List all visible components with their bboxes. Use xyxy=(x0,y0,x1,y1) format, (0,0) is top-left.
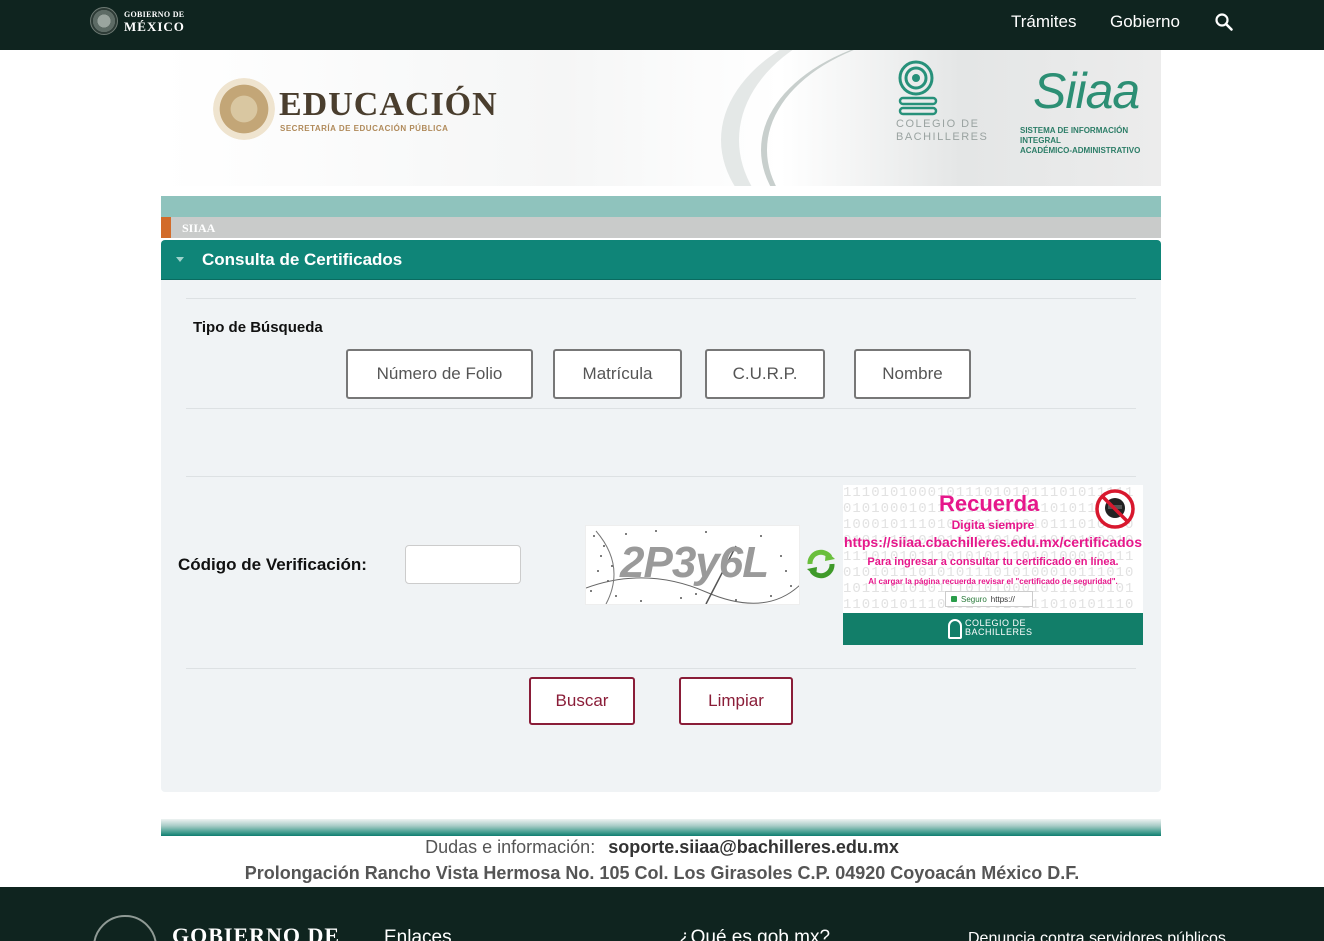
secure-badge: Seguro https:// xyxy=(945,591,1033,607)
lock-icon xyxy=(951,596,957,602)
caret-down-icon xyxy=(176,257,184,262)
footer-denuncia[interactable]: Denuncia contra servidores públicos xyxy=(968,930,1226,941)
recuerda-line3: Al cargar la página recuerda revisar el … xyxy=(868,577,1118,586)
header-banner: EDUCACIÓN SECRETARÍA DE EDUCACIÓN PÚBLIC… xyxy=(161,50,1161,186)
support-email-link[interactable]: soporte.siiaa@bachilleres.edu.mx xyxy=(608,837,899,857)
sep-seal-icon xyxy=(213,78,275,140)
contact-info: Dudas e información: soporte.siiaa@bachi… xyxy=(0,837,1324,858)
recuerda-title: Recuerda xyxy=(939,491,1040,516)
codigo-verificacion-input[interactable] xyxy=(405,545,521,584)
sep-title: EDUCACIÓN xyxy=(279,86,498,123)
recuerda-footer: COLEGIO DE BACHILLERES xyxy=(843,613,1143,645)
option-matricula-button[interactable]: Matrícula xyxy=(553,349,682,399)
sep-subtitle: SECRETARÍA DE EDUCACIÓN PÚBLICA xyxy=(280,124,449,133)
captcha-image: 2P3y6L xyxy=(585,525,800,605)
option-nombre-button[interactable]: Nombre xyxy=(854,349,971,399)
bachilleres-icon xyxy=(948,619,962,639)
panel-title: Consulta de Certificados xyxy=(202,250,403,269)
tipo-busqueda-label: Tipo de Búsqueda xyxy=(193,319,323,336)
national-seal-icon xyxy=(90,7,118,35)
siiaa-subtitle: SISTEMA DE INFORMACIÓN INTEGRAL ACADÉMIC… xyxy=(1020,126,1141,155)
address-text: Prolongación Rancho Vista Hermosa No. 10… xyxy=(244,863,1080,883)
refresh-captcha-icon[interactable] xyxy=(804,547,838,581)
footer-que-es-gobmx[interactable]: ¿Qué es gob.mx? xyxy=(679,927,830,941)
footer-divider xyxy=(161,819,1161,836)
recuerda-line1: Digita siempre xyxy=(951,518,1035,532)
option-curp-button[interactable]: C.U.R.P. xyxy=(705,349,825,399)
colegio-bachilleres-text: COLEGIO DE BACHILLERES xyxy=(896,118,989,143)
gobierno-mexico-logo[interactable]: GOBIERNO DE MÉXICO xyxy=(90,6,185,36)
breadcrumb: SIIAA xyxy=(161,217,1161,238)
consulta-panel: Consulta de Certificados Tipo de Búsqued… xyxy=(161,240,1161,792)
recuerda-line2: Para ingresar a consultar tu certificado… xyxy=(867,556,1119,568)
logo-line2: MÉXICO xyxy=(124,19,185,34)
nav-tramites[interactable]: Trámites xyxy=(1011,12,1077,32)
bottom-footer: GOBIERNO DE Enlaces ¿Qué es gob.mx? Denu… xyxy=(0,887,1324,941)
buscar-button[interactable]: Buscar xyxy=(529,677,635,725)
national-seal-icon xyxy=(93,915,157,941)
top-navbar: GOBIERNO DE MÉXICO Trámites Gobierno xyxy=(0,0,1324,50)
codigo-verificacion-label: Código de Verificación: xyxy=(178,555,367,574)
recuerda-url: https://siiaa.cbachilleres.edu.mx/certif… xyxy=(844,534,1142,550)
decorative-teal-bar xyxy=(161,196,1161,217)
option-numero-folio-button[interactable]: Número de Folio xyxy=(346,349,533,399)
breadcrumb-siiaa: SIIAA xyxy=(182,221,216,235)
dudas-label: Dudas e información: xyxy=(425,837,596,857)
nav-gobierno[interactable]: Gobierno xyxy=(1110,12,1180,32)
captcha-text: 2P3y6L xyxy=(620,538,769,587)
limpiar-button[interactable]: Limpiar xyxy=(679,677,793,725)
search-icon[interactable] xyxy=(1214,12,1234,32)
panel-header[interactable]: Consulta de Certificados xyxy=(161,240,1161,280)
recuerda-notice-image: 1110101000101110101011101011111010100010… xyxy=(843,485,1143,645)
siiaa-logo-text: Siiaa xyxy=(1033,63,1140,119)
footer-gob-logo-text: GOBIERNO DE xyxy=(172,923,341,941)
footer-enlaces[interactable]: Enlaces xyxy=(384,927,452,941)
